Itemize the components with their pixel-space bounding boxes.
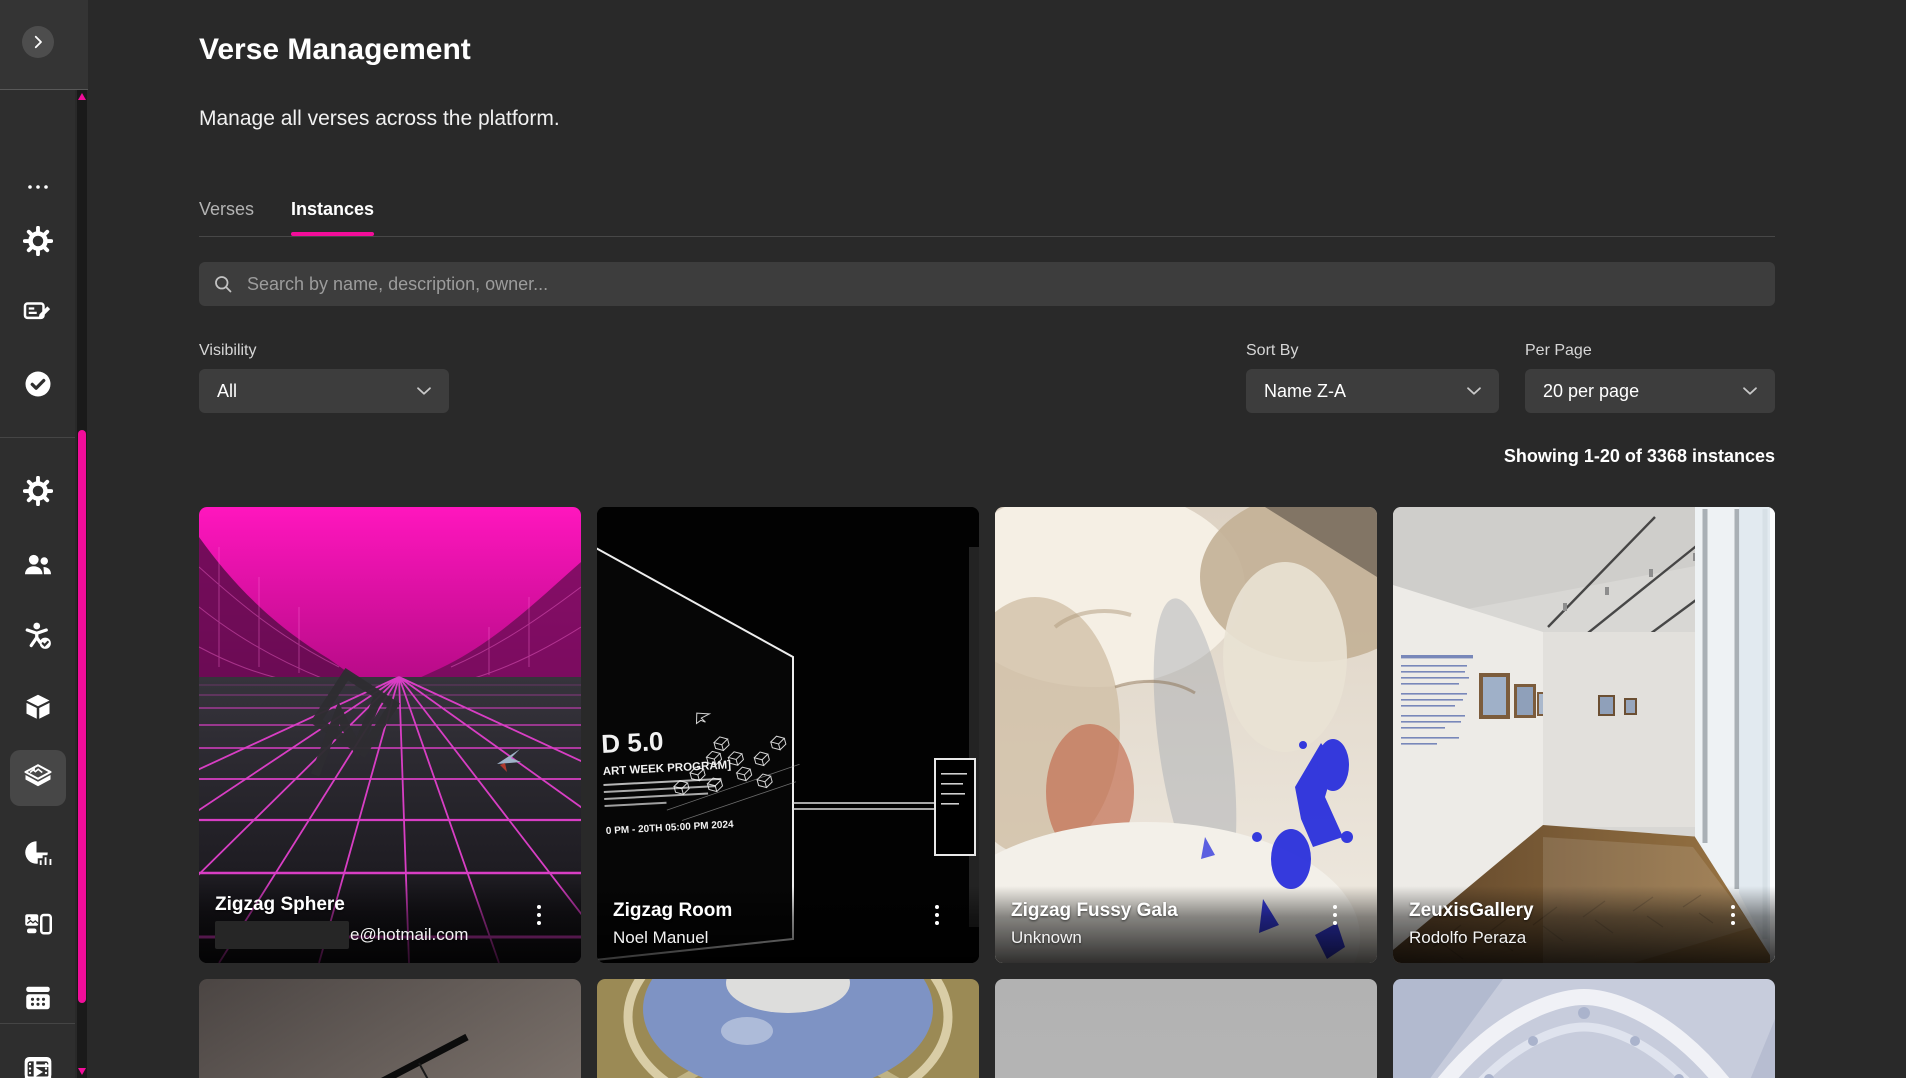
card-image <box>1393 979 1775 1078</box>
card-title: ZeuxisGallery <box>1409 900 1759 922</box>
card-image <box>995 979 1377 1078</box>
sidebar-item-settings-2[interactable] <box>23 476 53 506</box>
instance-grid: Zigzag Sphere e@hotmail.com <box>199 507 1775 963</box>
sidebar-expand-button[interactable] <box>22 26 54 58</box>
sidebar-item-screens[interactable] <box>23 909 53 939</box>
sidebar-item-more[interactable] <box>27 178 49 196</box>
film-play-icon <box>23 1057 53 1078</box>
card-menu-button[interactable] <box>931 901 943 929</box>
visibility-select[interactable]: All <box>199 369 449 413</box>
card-image <box>597 979 979 1078</box>
search-box <box>199 262 1775 306</box>
card-owner: Rodolfo Peraza <box>1409 927 1759 949</box>
sidebar-item-approvals[interactable] <box>23 369 53 399</box>
instance-card-partial-3[interactable] <box>995 979 1377 1078</box>
instance-card-partial-2[interactable] <box>597 979 979 1078</box>
card-footer: ZeuxisGallery Rodolfo Peraza <box>1393 886 1775 963</box>
filters-row: Visibility All Sort By Name Z-A <box>199 341 1775 413</box>
sort-label: Sort By <box>1246 341 1499 360</box>
gear-icon <box>23 226 53 256</box>
sort-filter: Sort By Name Z-A <box>1246 341 1499 413</box>
package-icon <box>23 692 53 722</box>
card-footer: Zigzag Fussy Gala Unknown <box>995 886 1377 963</box>
sidebar-item-calendar[interactable] <box>23 983 53 1013</box>
sidebar-item-media[interactable] <box>23 1057 53 1078</box>
sidebar-item-members[interactable] <box>23 621 53 651</box>
chevron-right-icon <box>29 33 47 51</box>
per-page-filter: Per Page 20 per page <box>1525 341 1775 413</box>
per-page-select[interactable]: 20 per page <box>1525 369 1775 413</box>
chevron-down-icon <box>1463 380 1485 402</box>
card-owner: Noel Manuel <box>613 927 963 949</box>
card-footer: Zigzag Room Noel Manuel <box>597 886 979 963</box>
search-input[interactable] <box>245 273 1761 296</box>
sidebar-item-analytics[interactable] <box>23 838 53 868</box>
chevron-down-icon <box>413 380 435 402</box>
sidebar-nav <box>0 90 75 1078</box>
verse-cube-image-icon <box>23 763 53 793</box>
sidebar-divider <box>0 1023 75 1024</box>
sidebar-item-settings-1[interactable] <box>23 226 53 256</box>
calendar-dots-icon <box>23 983 53 1013</box>
card-menu-button[interactable] <box>1329 901 1341 929</box>
results-summary: Showing 1-20 of 3368 instances <box>199 446 1775 466</box>
page-subtitle: Manage all verses across the platform. <box>199 106 1775 132</box>
contact-card-edit-icon <box>23 296 53 326</box>
billboard-big-text: D 5.0 <box>601 726 665 759</box>
verse-management-page: Verse Management Manage all verses acros… <box>0 0 1906 1078</box>
card-menu-button[interactable] <box>1727 901 1739 929</box>
card-title: Zigzag Fussy Gala <box>1011 900 1361 922</box>
sidebar-item-contact-edit[interactable] <box>23 296 53 326</box>
instance-card-zigzag-fussy-gala[interactable]: Zigzag Fussy Gala Unknown <box>995 507 1377 963</box>
per-page-value: 20 per page <box>1543 381 1639 402</box>
chevron-down-icon <box>1739 380 1761 402</box>
instance-card-partial-1[interactable] <box>199 979 581 1078</box>
sidebar-item-verses[interactable] <box>23 763 53 793</box>
sidebar-divider <box>0 437 75 438</box>
tab-bar: Verses Instances <box>199 198 1775 237</box>
instance-grid-row2 <box>199 979 1775 1078</box>
card-title: Zigzag Room <box>613 900 963 922</box>
card-owner: e@hotmail.com <box>215 921 565 949</box>
sidebar-header <box>0 0 88 90</box>
visibility-filter: Visibility All <box>199 341 449 413</box>
gear-icon <box>23 476 53 506</box>
instance-card-zigzag-room[interactable]: D 5.0 ART WEEK PROGRAM] 0 PM - 20TH 05:0… <box>597 507 979 963</box>
sidebar-scrollbar[interactable] <box>77 90 87 1078</box>
screens-icon <box>23 909 53 939</box>
sidebar-item-users[interactable] <box>23 550 53 580</box>
scrollbar-down-arrow[interactable] <box>78 1068 86 1075</box>
scrollbar-thumb[interactable] <box>78 430 86 1003</box>
card-owner: Unknown <box>1011 927 1361 949</box>
tab-verses[interactable]: Verses <box>199 198 254 236</box>
people-icon <box>23 550 53 580</box>
instance-card-zigzag-sphere[interactable]: Zigzag Sphere e@hotmail.com <box>199 507 581 963</box>
card-title: Zigzag Sphere <box>215 894 565 916</box>
card-menu-button[interactable] <box>533 901 545 929</box>
scrollbar-up-arrow[interactable] <box>78 93 86 100</box>
card-owner-text: e@hotmail.com <box>350 924 468 946</box>
tab-instances[interactable]: Instances <box>291 198 374 236</box>
search-icon <box>213 274 234 295</box>
card-footer: Zigzag Sphere e@hotmail.com <box>199 880 581 963</box>
person-check-icon <box>23 621 53 651</box>
main-content: Verse Management Manage all verses acros… <box>88 0 1906 1078</box>
sidebar-item-packages[interactable] <box>23 692 53 722</box>
filters-right-group: Sort By Name Z-A Per Page 20 per page <box>1246 341 1775 413</box>
instance-card-partial-4[interactable] <box>1393 979 1775 1078</box>
sort-value: Name Z-A <box>1264 381 1346 402</box>
per-page-label: Per Page <box>1525 341 1775 360</box>
card-image <box>199 979 581 1078</box>
visibility-label: Visibility <box>199 341 449 360</box>
pie-chart-icon <box>23 838 53 868</box>
redaction-box <box>215 921 349 949</box>
instance-card-zeuxis-gallery[interactable]: ZeuxisGallery Rodolfo Peraza <box>1393 507 1775 963</box>
sort-select[interactable]: Name Z-A <box>1246 369 1499 413</box>
visibility-value: All <box>217 381 237 402</box>
sidebar <box>0 0 88 1078</box>
more-dots-icon <box>27 183 49 191</box>
page-title: Verse Management <box>199 30 1775 70</box>
check-circle-icon <box>23 369 53 399</box>
